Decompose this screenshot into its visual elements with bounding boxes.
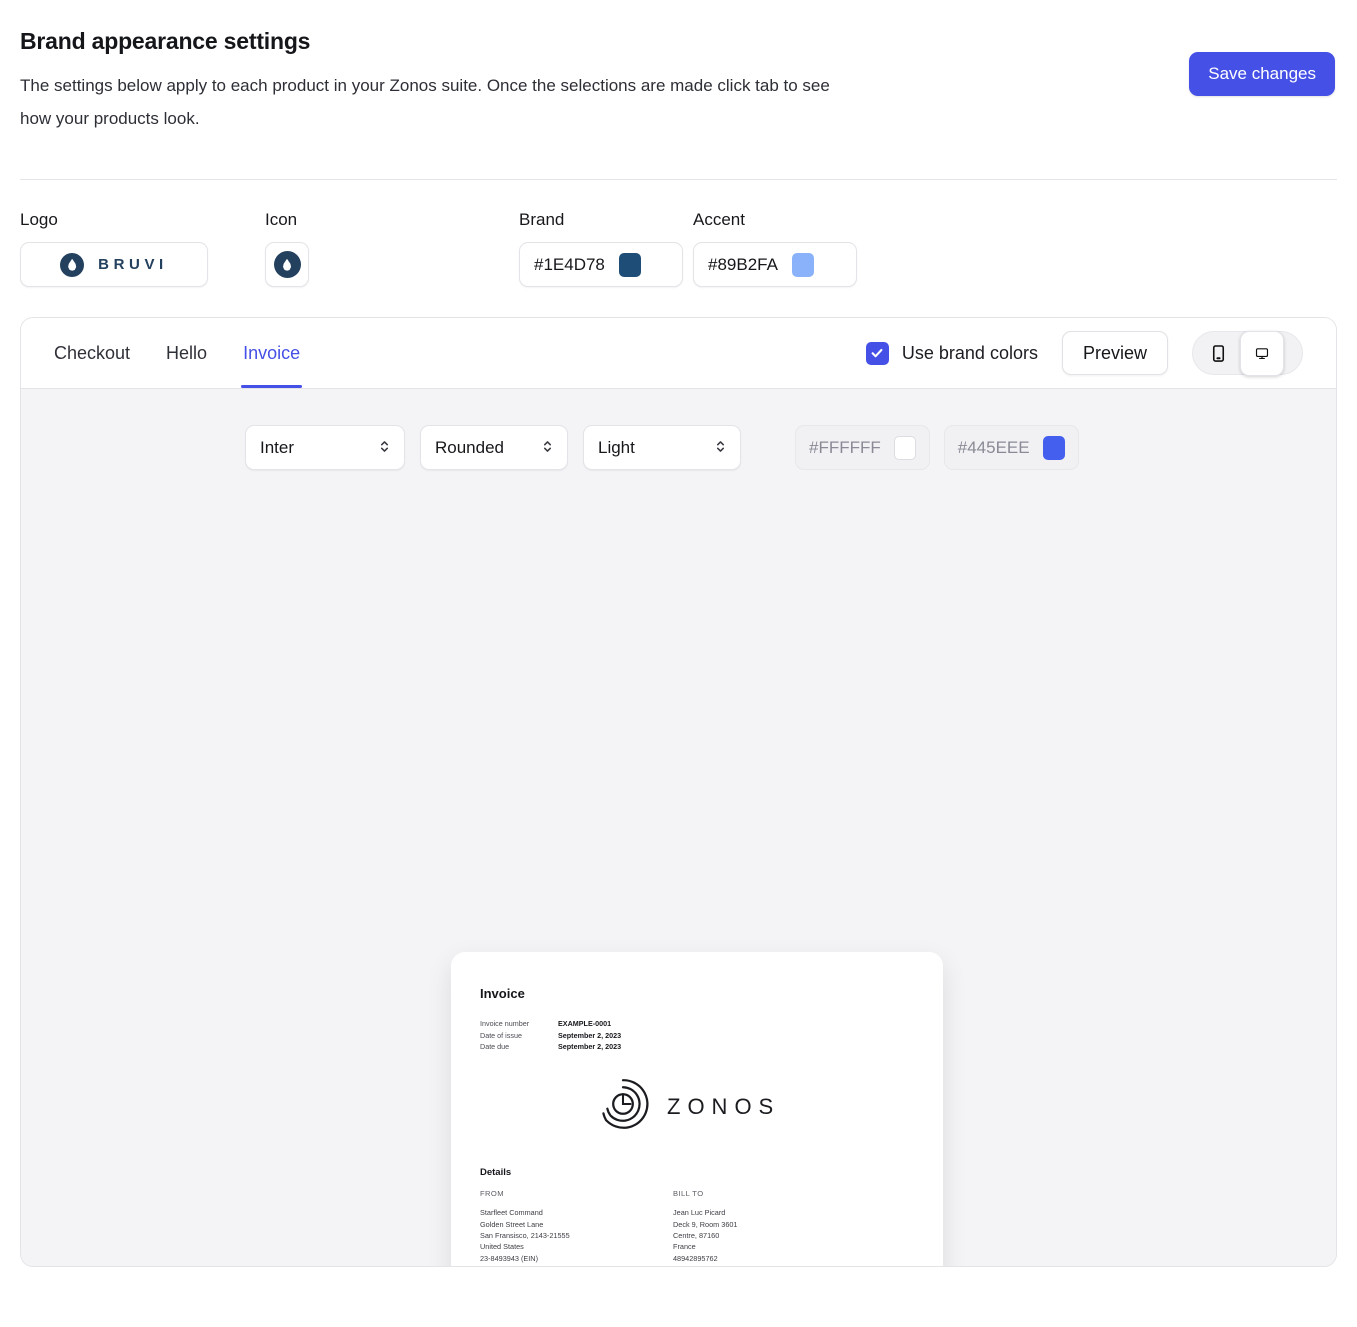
tab-checkout[interactable]: Checkout bbox=[54, 318, 130, 388]
invoice-heading: Invoice bbox=[480, 986, 525, 1002]
zonos-wordmark: ZONOS bbox=[667, 1093, 781, 1119]
bill-to-address: BILL TO Jean Luc Picard Deck 9, Room 360… bbox=[673, 1189, 866, 1264]
invoice-meta: Invoice number EXAMPLE-0001 Date of issu… bbox=[480, 1018, 621, 1052]
from-line: Golden Street Lane bbox=[480, 1219, 544, 1229]
page-root: Brand appearance settings The settings b… bbox=[0, 0, 1357, 1268]
meta-value: September 2, 2023 bbox=[558, 1030, 622, 1040]
checkmark-icon bbox=[865, 341, 889, 365]
meta-row: Date of issue September 2, 2023 bbox=[480, 1030, 621, 1041]
use-brand-colors-checkbox[interactable]: Use brand colors bbox=[865, 341, 1038, 365]
address-grid: FROM Starfleet Command Golden Street Lan… bbox=[480, 1189, 914, 1264]
from-address: FROM Starfleet Command Golden Street Lan… bbox=[480, 1189, 673, 1264]
theme-select[interactable]: Light bbox=[583, 425, 741, 471]
meta-row: Date due September 2, 2023 bbox=[480, 1041, 621, 1052]
accent-color-value: #89B2FA bbox=[708, 254, 778, 274]
zonos-logo: ZONOS bbox=[595, 1076, 914, 1137]
use-brand-colors-label: Use brand colors bbox=[901, 342, 1038, 363]
chevron-updown-icon bbox=[379, 438, 390, 458]
preview-button[interactable]: Preview bbox=[1061, 331, 1168, 376]
tab-hello[interactable]: Hello bbox=[166, 318, 207, 388]
brand-color-value: #1E4D78 bbox=[534, 254, 605, 274]
accent-color-input[interactable]: #89B2FA bbox=[693, 242, 857, 288]
droplet-icon bbox=[273, 251, 301, 279]
background-color-swatch bbox=[893, 435, 916, 460]
meta-key: Date of issue bbox=[480, 1030, 522, 1040]
bill-to-line: 48942895762 bbox=[673, 1253, 718, 1263]
accent-color-label: Accent bbox=[693, 210, 745, 230]
brand-color-label: Brand bbox=[519, 210, 565, 230]
preview-tabbar: Checkout Hello Invoice Use brand colors … bbox=[21, 318, 1336, 389]
corner-style-value: Rounded bbox=[435, 437, 505, 457]
font-select-value: Inter bbox=[260, 437, 295, 457]
background-color-value: #FFFFFF bbox=[809, 437, 881, 457]
from-line: San Fransisco, 2143-21555 bbox=[480, 1230, 570, 1240]
icon-label: Icon bbox=[265, 210, 298, 230]
icon-upload-box[interactable] bbox=[265, 242, 309, 288]
accent-color-field: Accent #89B2FA bbox=[693, 210, 857, 288]
brand-settings-row: Logo BRUVI Icon Brand #1E4D78 Accent #89… bbox=[20, 180, 1337, 288]
meta-value: EXAMPLE-0001 bbox=[558, 1019, 612, 1029]
logo-field: Logo BRUVI bbox=[20, 210, 208, 288]
preview-toolbar: Use brand colors Preview bbox=[865, 330, 1303, 376]
bill-to-line: Jean Luc Picard bbox=[673, 1208, 726, 1218]
desktop-device-button[interactable] bbox=[1240, 330, 1284, 376]
logo-label: Logo bbox=[20, 210, 58, 230]
page-description: The settings below apply to each product… bbox=[20, 76, 830, 129]
page-title: Brand appearance settings bbox=[20, 28, 311, 54]
brand-color-swatch[interactable] bbox=[618, 252, 641, 277]
details-heading: Details bbox=[480, 1167, 512, 1179]
text-accent-color-swatch bbox=[1042, 435, 1065, 460]
preview-panel: Checkout Hello Invoice Use brand colors … bbox=[20, 317, 1337, 1268]
chevron-updown-icon bbox=[715, 438, 726, 458]
icon-field: Icon bbox=[265, 210, 309, 288]
tab-list: Checkout Hello Invoice bbox=[54, 318, 303, 389]
logo-upload-box[interactable]: BRUVI bbox=[20, 242, 208, 288]
from-line: United States bbox=[480, 1242, 524, 1252]
preview-canvas: Inter Rounded Light #FFFFFF #445EEE Invo… bbox=[21, 388, 1336, 1267]
meta-value: September 2, 2023 bbox=[558, 1041, 622, 1051]
bill-to-line: France bbox=[673, 1242, 696, 1252]
invoice-document: Invoice Invoice number EXAMPLE-0001 Date… bbox=[451, 952, 943, 1267]
chevron-updown-icon bbox=[542, 438, 553, 458]
page-header: Brand appearance settings The settings b… bbox=[20, 0, 1337, 135]
bill-to-line: Deck 9, Room 3601 bbox=[673, 1219, 738, 1229]
brand-color-field: Brand #1E4D78 bbox=[519, 210, 683, 288]
meta-row: Invoice number EXAMPLE-0001 bbox=[480, 1018, 621, 1029]
droplet-icon bbox=[60, 252, 85, 277]
mobile-device-button[interactable] bbox=[1196, 334, 1240, 372]
device-toggle bbox=[1192, 330, 1303, 376]
text-accent-color-value: #445EEE bbox=[957, 437, 1030, 457]
invoice-meta-row: Invoice number EXAMPLE-0001 Date of issu… bbox=[480, 1018, 914, 1052]
style-controls: Inter Rounded Light #FFFFFF #445EEE bbox=[21, 389, 1336, 471]
tab-invoice[interactable]: Invoice bbox=[241, 318, 303, 389]
text-accent-color-input: #445EEE bbox=[943, 425, 1079, 471]
from-line: Starfleet Command bbox=[480, 1208, 543, 1218]
font-select[interactable]: Inter bbox=[245, 425, 405, 471]
bill-to-heading: BILL TO bbox=[673, 1189, 704, 1199]
brand-color-input[interactable]: #1E4D78 bbox=[519, 242, 683, 288]
background-color-input: #FFFFFF bbox=[795, 425, 930, 471]
from-line: 23-8493943 (EIN) bbox=[480, 1253, 539, 1263]
logo-wordmark: BRUVI bbox=[98, 256, 168, 274]
bill-to-line: Centre, 87160 bbox=[673, 1230, 720, 1240]
theme-select-value: Light bbox=[598, 437, 635, 457]
save-changes-button[interactable]: Save changes bbox=[1189, 52, 1335, 96]
meta-key: Date due bbox=[480, 1041, 510, 1051]
accent-color-swatch[interactable] bbox=[791, 252, 814, 277]
corner-style-select[interactable]: Rounded bbox=[420, 425, 568, 471]
invoice-preview-card: Invoice Invoice number EXAMPLE-0001 Date… bbox=[451, 952, 943, 1267]
from-heading: FROM bbox=[480, 1189, 504, 1199]
zonos-mark-icon bbox=[595, 1076, 651, 1137]
meta-key: Invoice number bbox=[480, 1019, 530, 1029]
